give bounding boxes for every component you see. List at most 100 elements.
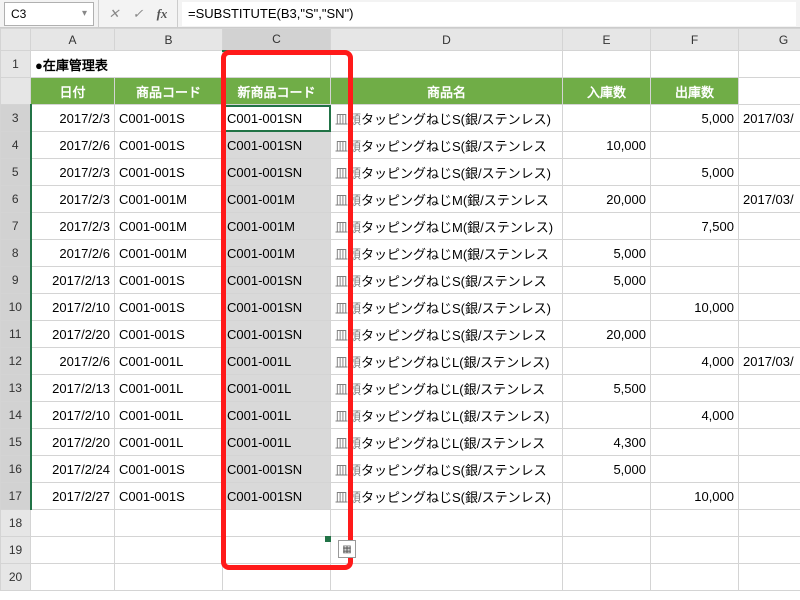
cell-date[interactable]: 2017/2/13 [31, 267, 115, 294]
cell-g[interactable] [739, 375, 800, 402]
row-header[interactable]: 20 [1, 564, 31, 591]
header-date[interactable]: 日付 [31, 78, 115, 105]
cell-newcode[interactable]: C001-001SN [223, 483, 331, 510]
cell-date[interactable]: 2017/2/20 [31, 429, 115, 456]
cell-code[interactable]: C001-001L [115, 348, 223, 375]
cell-productname[interactable]: 皿頭タッピングねじS(銀/ステンレス) [331, 159, 563, 186]
cell-code[interactable]: C001-001M [115, 186, 223, 213]
cell-date[interactable]: 2017/2/3 [31, 186, 115, 213]
select-all-corner[interactable] [1, 29, 31, 51]
cell-newcode[interactable]: C001-001SN [223, 456, 331, 483]
cell-g[interactable]: 2017/03/ [739, 105, 800, 132]
cell-date[interactable]: 2017/2/20 [31, 321, 115, 348]
cell-out[interactable]: 5,000 [651, 159, 739, 186]
cell-date[interactable]: 2017/2/24 [31, 456, 115, 483]
cell[interactable] [31, 537, 115, 564]
cell-in[interactable]: 5,000 [563, 456, 651, 483]
cell-out[interactable] [651, 456, 739, 483]
cell-productname[interactable]: 皿頭タッピングねじM(銀/ステンレス) [331, 213, 563, 240]
row-header[interactable]: 18 [1, 510, 31, 537]
cell[interactable] [563, 564, 651, 591]
cell-date[interactable]: 2017/2/10 [31, 294, 115, 321]
cell-productname[interactable]: 皿頭タッピングねじS(銀/ステンレス [331, 132, 563, 159]
cell[interactable] [739, 78, 800, 105]
sheet-title[interactable]: ●在庫管理表 [31, 51, 223, 78]
cell-newcode[interactable]: C001-001M [223, 213, 331, 240]
cell[interactable] [31, 564, 115, 591]
header-name[interactable]: 商品名 [331, 78, 563, 105]
cell-productname[interactable]: 皿頭タッピングねじL(銀/ステンレス [331, 375, 563, 402]
cell-g[interactable]: 2017/03/ [739, 186, 800, 213]
cell-out[interactable]: 5,000 [651, 105, 739, 132]
cell-in[interactable]: 5,500 [563, 375, 651, 402]
autofill-options-icon[interactable]: ▦ [338, 540, 356, 558]
cell-g[interactable] [739, 267, 800, 294]
cell[interactable] [651, 51, 739, 78]
cell-out[interactable] [651, 429, 739, 456]
cell-date[interactable]: 2017/2/27 [31, 483, 115, 510]
cell-g[interactable] [739, 321, 800, 348]
cell[interactable] [739, 510, 800, 537]
row-header[interactable]: 13 [1, 375, 31, 402]
cell-code[interactable]: C001-001S [115, 321, 223, 348]
row-header[interactable]: 14 [1, 402, 31, 429]
name-box-dropdown-icon[interactable]: ▾ [82, 8, 87, 19]
cell-date[interactable]: 2017/2/3 [31, 105, 115, 132]
cell-g[interactable] [739, 132, 800, 159]
cell-in[interactable] [563, 213, 651, 240]
cell[interactable] [331, 510, 563, 537]
cell[interactable] [115, 510, 223, 537]
cell-newcode[interactable]: C001-001SN [223, 294, 331, 321]
row-header[interactable]: 6 [1, 186, 31, 213]
cell-productname[interactable]: 皿頭タッピングねじM(銀/ステンレス [331, 240, 563, 267]
cell-date[interactable]: 2017/2/6 [31, 132, 115, 159]
cell[interactable] [651, 510, 739, 537]
cell-newcode[interactable]: C001-001M [223, 240, 331, 267]
row-header[interactable]: 12 [1, 348, 31, 375]
cell[interactable] [651, 564, 739, 591]
cell-in[interactable] [563, 348, 651, 375]
col-header-D[interactable]: D [331, 29, 563, 51]
cell-g[interactable] [739, 294, 800, 321]
cell-g[interactable] [739, 429, 800, 456]
cell[interactable] [563, 51, 651, 78]
cell-g[interactable]: 2017/03/ [739, 348, 800, 375]
row-header[interactable]: 17 [1, 483, 31, 510]
row-header[interactable]: 4 [1, 132, 31, 159]
worksheet-grid[interactable]: A B C D E F G 1●在庫管理表日付商品コード新商品コード商品名入庫数… [0, 28, 800, 591]
cell-in[interactable] [563, 402, 651, 429]
cell-in[interactable]: 20,000 [563, 186, 651, 213]
cell-code[interactable]: C001-001S [115, 105, 223, 132]
cancel-icon[interactable]: ✕ [103, 3, 125, 25]
cell[interactable] [563, 537, 651, 564]
cell-newcode[interactable]: C001-001SN [223, 267, 331, 294]
row-header[interactable]: 8 [1, 240, 31, 267]
cell-newcode[interactable]: C001-001SN [223, 132, 331, 159]
col-header-C[interactable]: C [223, 29, 331, 51]
cell-in[interactable] [563, 105, 651, 132]
cell-in[interactable]: 20,000 [563, 321, 651, 348]
cell-g[interactable] [739, 159, 800, 186]
cell-g[interactable] [739, 483, 800, 510]
cell-date[interactable]: 2017/2/3 [31, 213, 115, 240]
cell[interactable] [115, 537, 223, 564]
cell-out[interactable] [651, 375, 739, 402]
cell-productname[interactable]: 皿頭タッピングねじS(銀/ステンレス) [331, 105, 563, 132]
cell-productname[interactable]: 皿頭タッピングねじS(銀/ステンレス) [331, 483, 563, 510]
cell[interactable] [331, 537, 563, 564]
cell[interactable] [651, 537, 739, 564]
cell-code[interactable]: C001-001S [115, 159, 223, 186]
cell-newcode[interactable]: C001-001SN [223, 321, 331, 348]
row-header[interactable]: 15 [1, 429, 31, 456]
cell-out[interactable] [651, 267, 739, 294]
cell-date[interactable]: 2017/2/10 [31, 402, 115, 429]
cell[interactable] [223, 537, 331, 564]
cell-newcode[interactable]: C001-001L [223, 375, 331, 402]
cell-date[interactable]: 2017/2/6 [31, 348, 115, 375]
cell-in[interactable] [563, 294, 651, 321]
cell-code[interactable]: C001-001S [115, 267, 223, 294]
cell[interactable] [563, 510, 651, 537]
cell[interactable] [115, 564, 223, 591]
header-newcode[interactable]: 新商品コード [223, 78, 331, 105]
header-code[interactable]: 商品コード [115, 78, 223, 105]
